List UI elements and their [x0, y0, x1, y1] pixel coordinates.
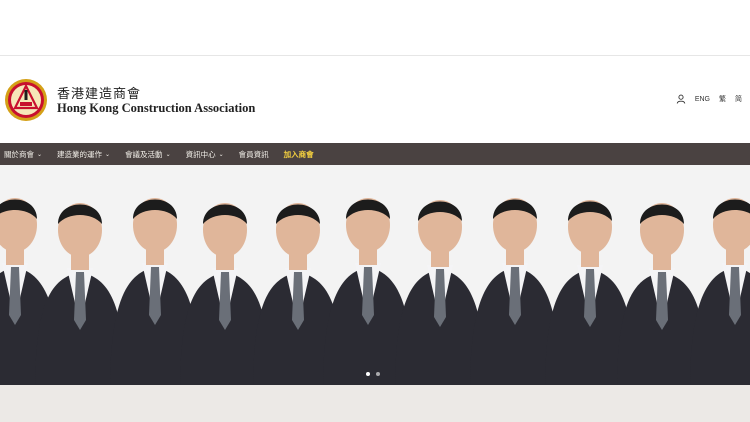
- brand-name-chinese: 香港建造商會: [57, 87, 142, 102]
- nav-item-label: 資訊中心: [185, 149, 216, 159]
- carousel-dot[interactable]: [366, 372, 370, 376]
- person-figure: [690, 198, 750, 385]
- carousel-dot[interactable]: [376, 372, 380, 376]
- nav-item-label: 會議及活動: [125, 149, 163, 159]
- language-eng-link[interactable]: ENG: [695, 96, 710, 103]
- chevron-down-icon: ⌄: [105, 150, 111, 158]
- nav-item-events[interactable]: 會議及活動 ⌄: [125, 149, 171, 160]
- page-lower-section: [0, 385, 750, 422]
- chevron-down-icon: ⌄: [218, 150, 224, 158]
- nav-item-label: 會員資訊: [238, 149, 269, 159]
- main-navigation: 關於商會 ⌄ 建造業的運作 ⌄ 會議及活動 ⌄ 資訊中心 ⌄ 會員資訊 加入商會: [0, 143, 750, 165]
- nav-item-info-centre[interactable]: 資訊中心 ⌄: [186, 149, 224, 160]
- hkca-logo[interactable]: [4, 78, 48, 122]
- nav-item-about[interactable]: 關於商會 ⌄: [4, 149, 42, 160]
- hero-group-photo: [0, 198, 750, 385]
- language-traditional-link[interactable]: 繁: [719, 94, 726, 104]
- nav-item-join[interactable]: 加入商會: [284, 149, 314, 160]
- utility-bar: ENG 繁 简: [676, 94, 742, 104]
- brand-name-english: Hong Kong Construction Association: [57, 101, 256, 115]
- carousel-indicators: [366, 372, 380, 376]
- chevron-down-icon: ⌄: [37, 150, 43, 158]
- chevron-down-icon: ⌄: [165, 150, 171, 158]
- hero-banner[interactable]: [0, 165, 750, 385]
- language-simplified-link[interactable]: 简: [735, 94, 742, 104]
- site-header: 香港建造商會 Hong Kong Construction Associatio…: [0, 57, 750, 143]
- browser-top-strip: [0, 0, 750, 56]
- nav-item-label: 加入商會: [283, 149, 314, 159]
- nav-item-label: 關於商會: [4, 149, 34, 159]
- user-icon[interactable]: [676, 94, 686, 104]
- nav-item-member-info[interactable]: 會員資訊: [239, 149, 269, 160]
- nav-item-industry[interactable]: 建造業的運作 ⌄: [57, 149, 110, 160]
- nav-item-label: 建造業的運作: [57, 149, 103, 159]
